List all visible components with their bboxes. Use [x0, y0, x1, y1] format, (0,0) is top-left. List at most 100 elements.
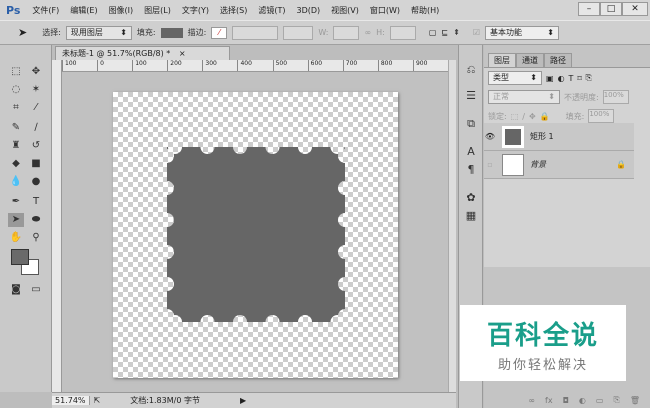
- path-alignment-icon[interactable]: ⊑: [441, 28, 448, 37]
- adjustment-layer-icon[interactable]: ◐: [579, 396, 586, 405]
- vertical-scrollbar[interactable]: [448, 60, 456, 392]
- visibility-toggle[interactable]: ▫: [484, 160, 496, 169]
- type-tool-icon[interactable]: T: [28, 195, 44, 209]
- magic-wand-icon[interactable]: ✶: [28, 83, 44, 97]
- close-button[interactable]: ✕: [622, 2, 648, 16]
- filter-type-icon[interactable]: T: [569, 74, 574, 83]
- menu-edit[interactable]: 编辑(E): [70, 5, 97, 16]
- width-input[interactable]: [333, 25, 360, 40]
- clone-source-icon[interactable]: ⧉: [463, 117, 479, 133]
- tab-paths[interactable]: 路径: [544, 53, 572, 67]
- fill-swatch[interactable]: [160, 27, 183, 38]
- workspace-dropdown[interactable]: 基本功能 ⬍: [485, 25, 559, 40]
- link-icon[interactable]: ∞: [364, 28, 371, 37]
- menu-3d[interactable]: 3D(D): [296, 6, 320, 15]
- visibility-eye-icon[interactable]: 👁: [484, 132, 496, 141]
- export-icon[interactable]: ⇱: [94, 396, 101, 405]
- lock-all-icon[interactable]: 🔒: [540, 112, 550, 121]
- layer-name[interactable]: 背景: [530, 159, 616, 170]
- lock-position-icon[interactable]: ✥: [529, 112, 536, 121]
- status-menu-arrow-icon[interactable]: ▶: [240, 396, 246, 405]
- lasso-tool-icon[interactable]: ◌: [8, 83, 24, 97]
- menu-image[interactable]: 图像(I): [109, 5, 134, 16]
- zoom-tool-icon[interactable]: ⚲: [28, 231, 44, 245]
- fill-input[interactable]: 100%: [588, 109, 615, 123]
- new-group-icon[interactable]: ▭: [596, 396, 604, 405]
- pen-tool-icon[interactable]: ✒: [8, 195, 24, 209]
- stamp-shape[interactable]: [113, 92, 398, 378]
- document-title: 未标题-1 @ 51.7%(RGB/8) *: [62, 49, 171, 58]
- delete-layer-icon[interactable]: 🗑: [630, 396, 640, 405]
- eyedropper-icon[interactable]: ⁄: [28, 101, 44, 115]
- new-layer-icon[interactable]: ⎘: [613, 395, 619, 405]
- opacity-input[interactable]: 100%: [602, 90, 629, 104]
- filter-adjust-icon[interactable]: ◐: [558, 74, 565, 83]
- menu-layer[interactable]: 图层(L): [144, 5, 171, 16]
- menu-window[interactable]: 窗口(W): [370, 5, 400, 16]
- document-tab[interactable]: 未标题-1 @ 51.7%(RGB/8) * ×: [55, 46, 230, 60]
- layer-row[interactable]: ▫ 背景 🔒: [484, 151, 634, 179]
- blend-mode-dropdown[interactable]: 正常 ⬍: [488, 90, 560, 104]
- menu-help[interactable]: 帮助(H): [411, 5, 439, 16]
- add-mask-icon[interactable]: ◘: [563, 396, 569, 405]
- lock-brush-icon[interactable]: ∕: [522, 112, 525, 121]
- stroke-type-dropdown[interactable]: [283, 25, 314, 40]
- fx-icon[interactable]: fx: [545, 396, 553, 405]
- filter-pixel-icon[interactable]: ▣: [546, 74, 554, 83]
- layer-name[interactable]: 矩形 1: [530, 131, 554, 142]
- tab-layers[interactable]: 图层: [488, 53, 516, 67]
- maximize-button[interactable]: □: [600, 2, 622, 16]
- lock-pixels-icon[interactable]: ⬚: [511, 112, 519, 121]
- menu-type[interactable]: 文字(Y): [182, 5, 209, 16]
- layer-row[interactable]: 👁 矩形 1: [484, 123, 634, 151]
- path-arrange-icon[interactable]: ⇞: [453, 28, 460, 37]
- stroke-swatch[interactable]: ⁄: [211, 26, 228, 39]
- height-input[interactable]: [389, 25, 416, 40]
- history-brush-icon[interactable]: ↺: [28, 139, 44, 153]
- doc-info: 文档:1.83M/0 字节: [130, 396, 200, 405]
- eraser-tool-icon[interactable]: ◆: [8, 157, 24, 171]
- crop-tool-icon[interactable]: ⌗: [8, 101, 24, 115]
- filter-smart-icon[interactable]: ⎘: [586, 73, 592, 83]
- dodge-tool-icon[interactable]: ●: [28, 175, 44, 189]
- select-dropdown[interactable]: 现用图层 ⬍: [65, 25, 132, 40]
- path-selection-icon[interactable]: ➤: [8, 213, 24, 227]
- layer-filter-dropdown[interactable]: 类型 ⬍: [488, 71, 542, 85]
- menu-select[interactable]: 选择(S): [220, 5, 247, 16]
- path-operations-icon[interactable]: ▢: [429, 28, 437, 37]
- ellipse-tool-icon[interactable]: ⬬: [28, 213, 44, 227]
- menu-file[interactable]: 文件(F): [32, 5, 59, 16]
- ruler-tick: 0: [97, 60, 132, 71]
- swatches-panel-icon[interactable]: ▦: [463, 209, 479, 225]
- tab-channels[interactable]: 通道: [516, 53, 544, 67]
- history-panel-icon[interactable]: ⎌: [463, 63, 479, 79]
- styles-panel-icon[interactable]: ✿: [463, 191, 479, 207]
- screen-mode-icon[interactable]: ▭: [28, 283, 44, 297]
- ruler-tick: 200: [167, 60, 202, 71]
- menu-view[interactable]: 视图(V): [331, 5, 359, 16]
- close-tab-icon[interactable]: ×: [179, 49, 186, 58]
- hand-tool-icon[interactable]: ✋: [8, 231, 24, 245]
- move-tool-icon[interactable]: ✥: [28, 65, 44, 79]
- stamp-tool-icon[interactable]: ♜: [8, 139, 24, 153]
- document-canvas[interactable]: [113, 92, 398, 378]
- blur-tool-icon[interactable]: 💧: [8, 175, 24, 189]
- healing-brush-icon[interactable]: ✎: [8, 121, 24, 135]
- gradient-tool-icon[interactable]: ■: [28, 157, 44, 171]
- align-edges-checkbox[interactable]: ☑: [473, 28, 480, 37]
- brush-tool-icon[interactable]: ∕: [28, 121, 44, 135]
- ruler-tick: 400: [237, 60, 272, 71]
- quick-mask-icon[interactable]: ◙: [8, 283, 24, 297]
- menu-filter[interactable]: 滤镜(T): [258, 5, 285, 16]
- character-panel-icon[interactable]: A: [463, 145, 479, 161]
- marquee-tool-icon[interactable]: ⬚: [8, 65, 24, 79]
- path-select-icon[interactable]: ➤: [18, 26, 27, 39]
- foreground-color[interactable]: [11, 249, 29, 265]
- stroke-width-input[interactable]: [232, 25, 279, 40]
- minimize-button[interactable]: –: [578, 2, 600, 16]
- link-layers-icon[interactable]: ∞: [528, 396, 535, 405]
- zoom-level[interactable]: 51.74%: [52, 396, 90, 405]
- filter-shape-icon[interactable]: ⌑: [577, 74, 581, 83]
- properties-panel-icon[interactable]: ☰: [463, 89, 479, 105]
- paragraph-panel-icon[interactable]: ¶: [463, 163, 479, 179]
